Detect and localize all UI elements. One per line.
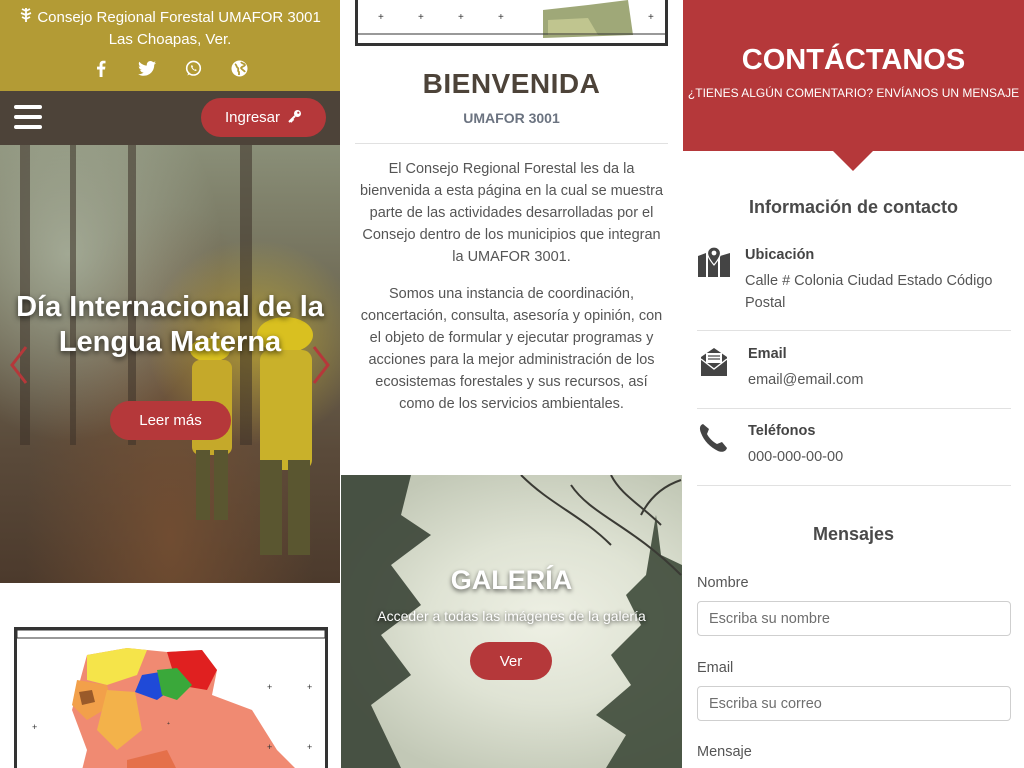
welcome-paragraph-2: Somos una instancia de coordinación, con…	[360, 286, 663, 412]
email-label: Email	[748, 346, 787, 362]
site-location: Las Choapas, Ver.	[108, 31, 232, 48]
svg-text:+: +	[458, 12, 464, 23]
top-header: Consejo Regional Forestal UMAFOR 3001 La…	[0, 0, 340, 91]
whatsapp-icon[interactable]	[183, 58, 203, 78]
welcome-paragraph-1: El Consejo Regional Forestal les da la b…	[359, 161, 664, 265]
svg-text:+: +	[648, 12, 654, 23]
site-title: Consejo Regional Forestal UMAFOR 3001	[37, 9, 321, 26]
map-image-strip: + + + + +	[355, 0, 668, 46]
email-input[interactable]	[697, 686, 1011, 721]
email-item: Email email@email.com	[697, 345, 1011, 395]
phone-value[interactable]: 000-000-00-00	[748, 446, 843, 468]
svg-text:+: +	[32, 722, 37, 732]
gallery-subtitle: Acceder a todas las imágenes de la galer…	[377, 608, 646, 624]
svg-text:+: +	[167, 721, 170, 727]
key-icon	[288, 109, 302, 127]
twitter-icon[interactable]	[137, 58, 157, 78]
region-map-image: + + + + + +	[14, 627, 328, 768]
mobile-screen-contact: CONTÁCTANOS ¿TIENES ALGÚN COMENTARIO? EN…	[683, 0, 1024, 768]
contact-header: CONTÁCTANOS ¿TIENES ALGÚN COMENTARIO? EN…	[683, 0, 1024, 151]
hero-title: Día Internacional de la Lengua Materna	[16, 291, 324, 358]
divider	[355, 143, 668, 144]
header-notch	[833, 151, 873, 171]
mobile-screen-home: Consejo Regional Forestal UMAFOR 3001 La…	[0, 0, 340, 768]
carousel-prev-icon[interactable]	[8, 345, 30, 385]
svg-text:+: +	[267, 682, 272, 692]
divider	[697, 330, 1011, 331]
location-item: Ubicación Calle # Colonia Ciudad Estado …	[697, 246, 1011, 316]
facebook-icon[interactable]	[91, 58, 111, 78]
svg-text:+: +	[378, 12, 384, 23]
welcome-subtitle: UMAFOR 3001	[463, 110, 560, 126]
email-value[interactable]: email@email.com	[748, 369, 863, 391]
phone-label: Teléfonos	[748, 423, 816, 439]
divider	[697, 485, 1011, 486]
envelope-icon	[697, 345, 731, 379]
divider	[697, 408, 1011, 409]
email-field-label: Email	[697, 660, 734, 676]
phone-icon	[697, 422, 731, 456]
map-location-icon	[697, 246, 731, 280]
carousel-next-icon[interactable]	[310, 345, 332, 385]
hero-carousel: Día Internacional de la Lengua Materna L…	[0, 145, 340, 583]
mobile-screen-welcome: + + + + + BIENVENIDA UMAFOR 3001 El Cons…	[341, 0, 682, 768]
login-button[interactable]: Ingresar	[201, 98, 326, 137]
site-title-line: Consejo Regional Forestal UMAFOR 3001	[0, 8, 340, 26]
login-button-label: Ingresar	[224, 109, 281, 126]
view-gallery-button[interactable]: Ver	[470, 642, 552, 680]
message-field-label: Mensaje	[697, 744, 752, 760]
social-links	[0, 58, 340, 78]
gallery-banner: GALERÍA Acceder a todas las imágenes de …	[341, 475, 682, 768]
leaf-icon	[19, 8, 33, 26]
contact-title: CONTÁCTANOS	[741, 44, 966, 76]
firefighter-figure	[190, 317, 313, 555]
hamburger-menu-icon[interactable]	[14, 105, 42, 129]
messages-title: Mensajes	[812, 524, 895, 544]
svg-text:+: +	[498, 12, 504, 23]
svg-text:+: +	[307, 742, 312, 752]
gallery-title: GALERÍA	[450, 565, 573, 595]
svg-text:+: +	[307, 682, 312, 692]
svg-text:+: +	[418, 12, 424, 23]
location-label: Ubicación	[745, 247, 815, 263]
globe-icon[interactable]	[229, 58, 249, 78]
read-more-button[interactable]: Leer más	[110, 401, 231, 440]
name-field-label: Nombre	[697, 575, 749, 591]
phone-item: Teléfonos 000-000-00-00	[697, 422, 1011, 472]
name-input[interactable]	[697, 601, 1011, 636]
contact-info-title: Información de contacto	[748, 197, 959, 217]
welcome-title: BIENVENIDA	[422, 68, 601, 99]
contact-subtitle: ¿TIENES ALGÚN COMENTARIO? ENVÍANOS UN ME…	[687, 86, 1020, 100]
svg-text:+: +	[267, 742, 272, 752]
location-value: Calle # Colonia Ciudad Estado Código Pos…	[745, 273, 993, 311]
